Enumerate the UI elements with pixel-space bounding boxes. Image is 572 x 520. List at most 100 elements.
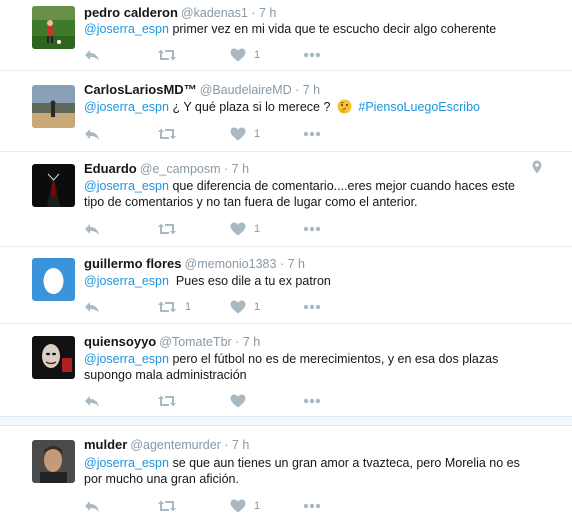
tweet-header: guillermo flores @memonio1383 · 7 h: [84, 256, 305, 272]
retweet-button[interactable]: [157, 393, 185, 409]
display-name[interactable]: pedro calderon: [84, 5, 178, 20]
mention-link[interactable]: @joserra_espn: [84, 352, 169, 366]
mention-link[interactable]: @joserra_espn: [84, 22, 169, 36]
avatar[interactable]: [32, 258, 75, 301]
tweet-header: Eduardo @e_camposm · 7 h: [84, 161, 249, 177]
mention-link[interactable]: @joserra_espn: [84, 274, 169, 288]
tweet-text-line2: por mucho una gran afición.: [84, 472, 239, 486]
tweet-actions: 1: [84, 221, 384, 237]
more-button[interactable]: [303, 299, 321, 315]
avatar[interactable]: [32, 85, 75, 128]
tweet[interactable]: CarlosLariosMD™ @BaudelaireMD · 7 h @jose…: [0, 71, 572, 151]
tweet[interactable]: guillermo flores @memonio1383 · 7 h @jose…: [0, 247, 572, 323]
tweet-text-content: que diferencia de comentario....eres mej…: [168, 179, 516, 193]
display-name[interactable]: Eduardo: [84, 161, 137, 176]
heart-icon: [230, 300, 246, 314]
separator: ·: [224, 162, 229, 176]
tweet-text-content: pero el fútbol no es de merecimientos, y…: [168, 352, 499, 366]
like-button[interactable]: 1: [230, 498, 260, 514]
display-name[interactable]: mulder: [84, 437, 127, 452]
retweet-button[interactable]: 1: [157, 299, 191, 315]
reply-icon: [84, 48, 100, 62]
username[interactable]: @e_camposm: [140, 162, 221, 176]
retweet-button[interactable]: [157, 126, 185, 142]
mention-link[interactable]: @joserra_espn: [84, 179, 169, 193]
timestamp[interactable]: 7 h: [303, 83, 320, 97]
separator: ·: [279, 257, 285, 271]
separator: ·: [224, 438, 229, 452]
username[interactable]: @kadenas1: [181, 6, 248, 20]
tweet-actions: [84, 393, 384, 409]
like-button[interactable]: 1: [230, 126, 260, 142]
hashtag-link[interactable]: #PiensoLuegoEscribo: [358, 100, 480, 114]
reply-icon: [84, 394, 100, 408]
reply-button[interactable]: [84, 221, 100, 237]
more-dots-icon: [303, 131, 321, 137]
username[interactable]: @agentemurder: [130, 438, 221, 452]
avatar[interactable]: [32, 440, 75, 483]
reply-button[interactable]: [84, 393, 100, 409]
tweet[interactable]: quiensoyyo @TomateTbr · 7 h @joserra_espn…: [0, 324, 572, 416]
username[interactable]: @BaudelaireMD: [200, 83, 292, 97]
tweet-text: @joserra_espn se que aun tienes un gran …: [84, 455, 544, 487]
like-count: 1: [254, 301, 261, 313]
display-name[interactable]: CarlosLariosMD™: [84, 82, 197, 97]
retweet-icon: [157, 127, 177, 141]
more-dots-icon: [303, 226, 321, 232]
mention-link[interactable]: @joserra_espn: [84, 100, 169, 114]
like-button[interactable]: [230, 393, 254, 409]
thinking-face-emoji: [337, 99, 352, 118]
more-dots-icon: [303, 398, 321, 404]
retweet-icon: [157, 499, 177, 513]
like-button[interactable]: 1: [230, 299, 260, 315]
display-name[interactable]: quiensoyyo: [84, 334, 156, 349]
reply-button[interactable]: [84, 498, 100, 514]
tweet-text-content: se que aun tienes un gran amor a tvaztec…: [168, 456, 520, 470]
mention-link[interactable]: @joserra_espn: [84, 456, 169, 470]
reply-button[interactable]: [84, 126, 100, 142]
more-button[interactable]: [303, 47, 321, 63]
reply-button[interactable]: [84, 299, 100, 315]
tweet-actions: 1 1: [84, 299, 384, 315]
heart-icon: [230, 394, 246, 408]
like-button[interactable]: 1: [230, 47, 260, 63]
like-button[interactable]: 1: [230, 221, 260, 237]
retweet-count: 1: [185, 301, 192, 313]
retweet-icon: [157, 222, 177, 236]
more-dots-icon: [303, 52, 321, 58]
tweet[interactable]: Eduardo @e_camposm · 7 h @joserra_espn qu…: [0, 152, 572, 246]
timestamp[interactable]: 7 h: [243, 335, 260, 349]
like-count: 1: [254, 49, 261, 61]
tweet[interactable]: mulder @agentemurder · 7 h @joserra_espn …: [0, 426, 572, 520]
more-button[interactable]: [303, 126, 321, 142]
location-pin-icon[interactable]: [532, 160, 542, 179]
timestamp[interactable]: 7 h: [288, 257, 305, 271]
avatar[interactable]: [32, 6, 75, 49]
tweet-text: @joserra_espn ¿ Y qué plaza si lo merece…: [84, 99, 544, 118]
retweet-button[interactable]: [157, 47, 185, 63]
heart-icon: [230, 499, 246, 513]
retweet-icon: [157, 48, 177, 62]
retweet-icon: [157, 394, 177, 408]
reply-button[interactable]: [84, 47, 100, 63]
heart-icon: [230, 222, 246, 236]
tweet[interactable]: pedro calderon @kadenas1 · 7 h @joserra_e…: [0, 0, 572, 70]
heart-icon: [230, 127, 246, 141]
more-dots-icon: [303, 503, 321, 509]
timestamp[interactable]: 7 h: [259, 6, 276, 20]
reply-icon: [84, 222, 100, 236]
avatar[interactable]: [32, 164, 75, 207]
timestamp[interactable]: 7 h: [232, 162, 249, 176]
username[interactable]: @TomateTbr: [159, 335, 231, 349]
more-button[interactable]: [303, 221, 321, 237]
tweet-text: @joserra_espn Pues eso dile a tu ex patr…: [84, 273, 544, 289]
more-button[interactable]: [303, 498, 321, 514]
timestamp[interactable]: 7 h: [232, 438, 249, 452]
username[interactable]: @memonio1383: [185, 257, 277, 271]
more-button[interactable]: [303, 393, 321, 409]
avatar[interactable]: [32, 336, 75, 379]
retweet-button[interactable]: [157, 498, 185, 514]
more-dots-icon: [303, 304, 321, 310]
display-name[interactable]: guillermo flores: [84, 256, 182, 271]
retweet-button[interactable]: [157, 221, 185, 237]
